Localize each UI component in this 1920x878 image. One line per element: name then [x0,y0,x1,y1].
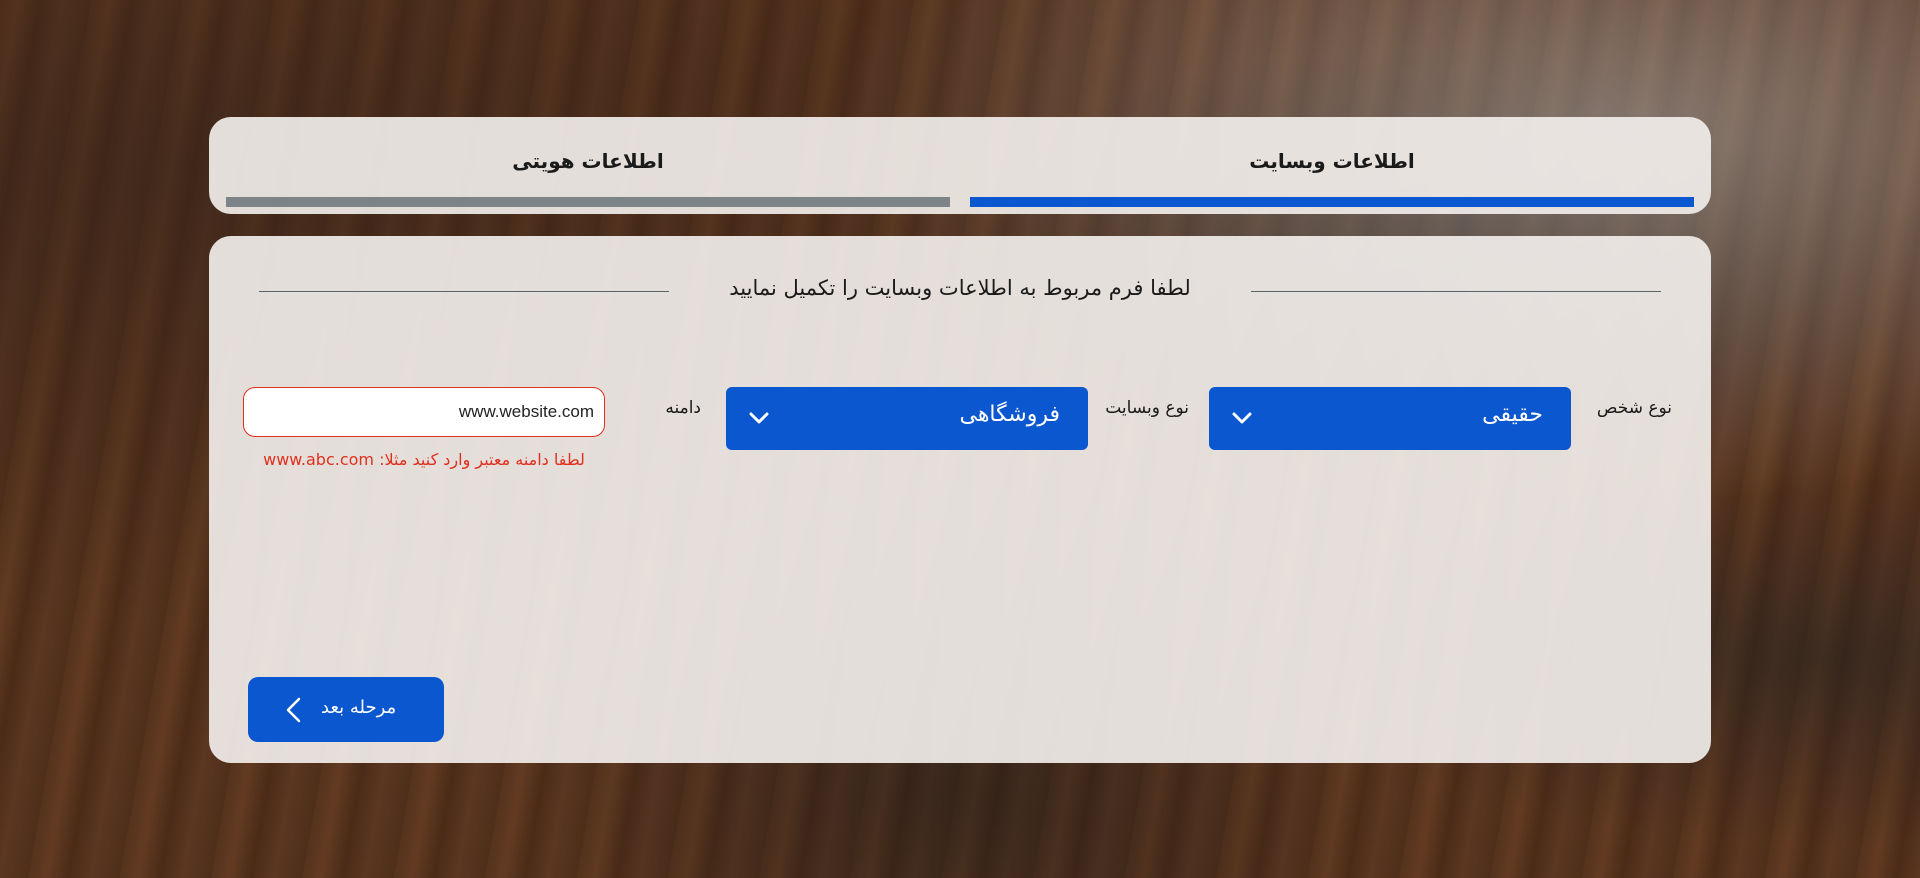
person-type-label: نوع شخص [1596,398,1672,418]
person-type-value: حقیقی [1482,402,1543,427]
tab-identity-info[interactable]: اطلاعات هویتی [226,117,950,214]
domain-error-message: لطفا دامنه معتبر وارد کنید مثلا: www.abc… [263,450,585,469]
tab-progress-bar [970,197,1694,207]
person-type-select[interactable]: حقیقی [1209,387,1571,450]
chevron-down-icon [749,412,769,424]
next-step-label: مرحله بعد [321,697,397,718]
tab-progress-bar [226,197,950,207]
site-type-value: فروشگاهی [959,402,1060,427]
step-tabs: اطلاعات هویتی اطلاعات وبسایت [209,117,1711,214]
domain-label: دامنه [665,398,701,418]
site-type-select[interactable]: فروشگاهی [726,387,1088,450]
chevron-left-icon [286,697,301,723]
form-title: لطفا فرم مربوط به اطلاعات وبسایت را تکمی… [729,276,1191,300]
domain-input[interactable] [243,387,605,437]
next-step-button[interactable]: مرحله بعد [248,677,444,742]
tab-label: اطلاعات هویتی [512,149,664,173]
chevron-down-icon [1232,412,1252,424]
tab-website-info[interactable]: اطلاعات وبسایت [970,117,1694,214]
tab-label: اطلاعات وبسایت [1249,149,1415,173]
website-info-form: لطفا فرم مربوط به اطلاعات وبسایت را تکمی… [209,236,1711,763]
site-type-label: نوع وبسایت [1105,398,1189,418]
